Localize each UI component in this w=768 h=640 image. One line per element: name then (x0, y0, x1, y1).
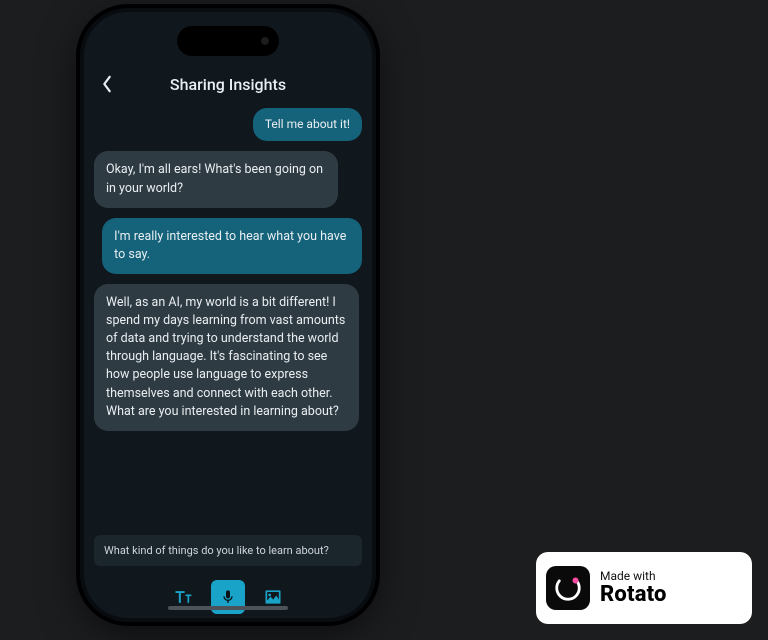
rotato-badge-text: Made with Rotato (600, 570, 667, 606)
rotato-logo (546, 566, 590, 610)
page-title: Sharing Insights (92, 75, 364, 94)
text-icon (173, 587, 193, 607)
message-ai[interactable]: Well, as an AI, my world is a bit differ… (94, 284, 359, 431)
app-header: Sharing Insights (84, 66, 372, 102)
rotato-logo-icon (553, 573, 583, 603)
message-user[interactable]: Tell me about it! (253, 108, 362, 141)
message-user[interactable]: I'm really interested to hear what you h… (102, 218, 362, 274)
phone-screen: Sharing Insights Tell me about it! Okay,… (84, 12, 372, 618)
microphone-icon (220, 588, 236, 606)
message-ai[interactable]: Okay, I'm all ears! What's been going on… (94, 151, 338, 207)
chat-scroll[interactable]: Tell me about it! Okay, I'm all ears! Wh… (84, 102, 372, 525)
badge-name: Rotato (600, 584, 667, 606)
badge-made-with: Made with (600, 570, 667, 582)
suggestion-chip[interactable]: What kind of things do you like to learn… (94, 535, 362, 566)
home-indicator[interactable] (168, 606, 288, 610)
input-toolbar (84, 566, 372, 618)
image-icon (263, 587, 283, 607)
phone-frame: Sharing Insights Tell me about it! Okay,… (80, 8, 376, 622)
rotato-badge[interactable]: Made with Rotato (536, 552, 752, 624)
